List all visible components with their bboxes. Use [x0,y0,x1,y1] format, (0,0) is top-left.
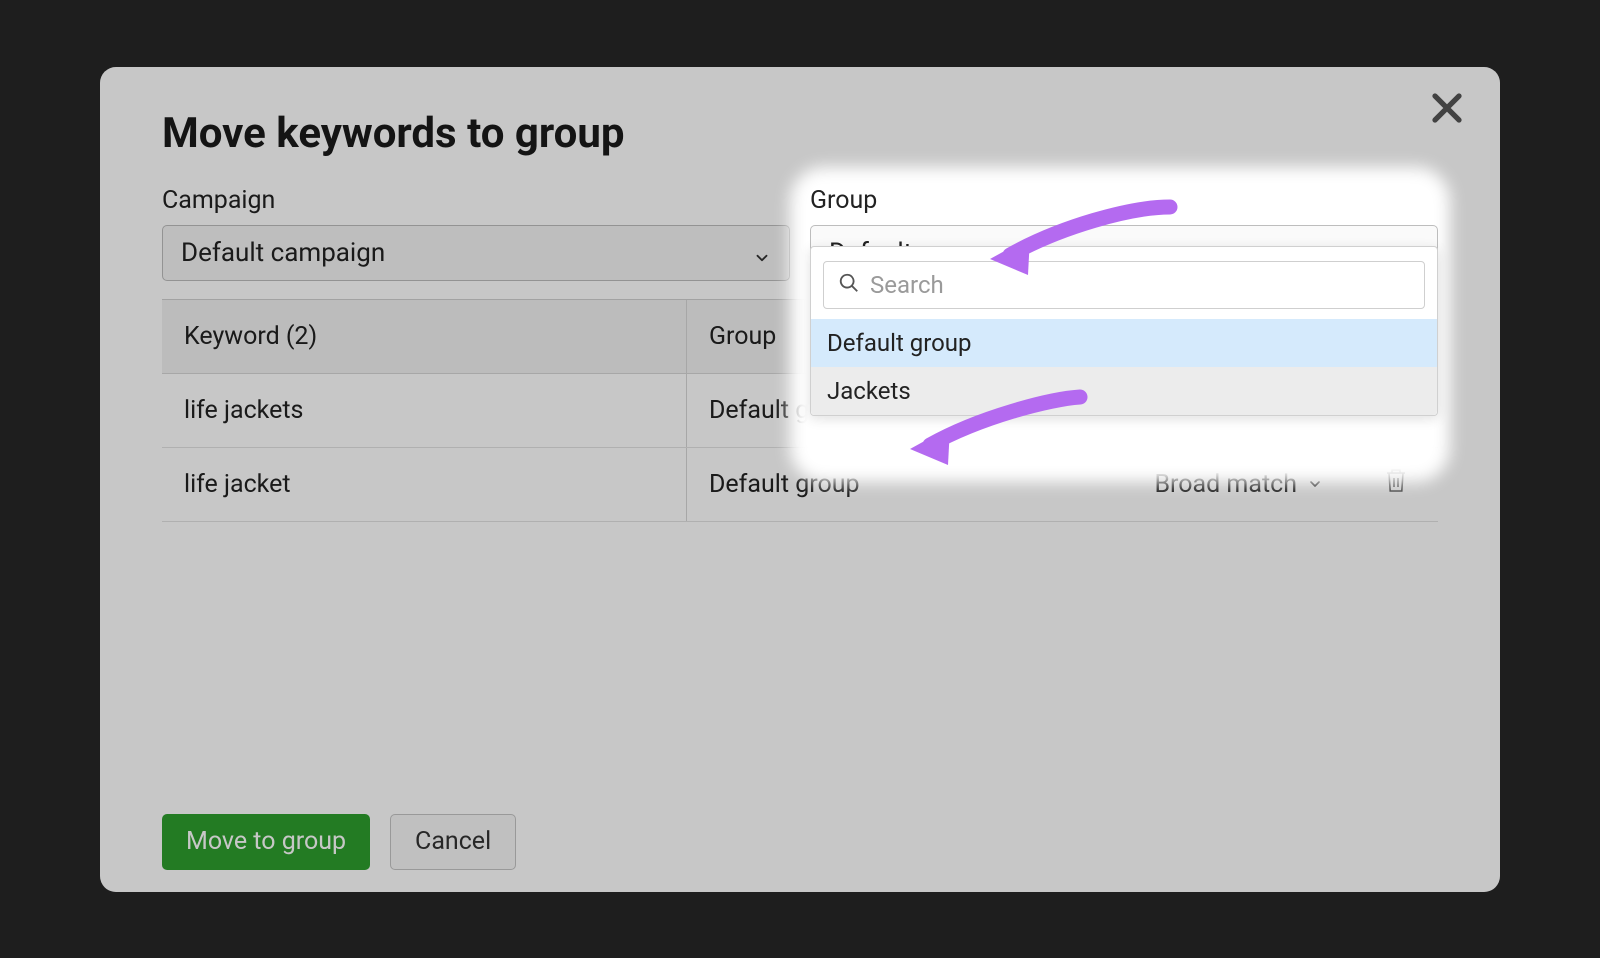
campaign-selected-value: Default campaign [181,238,385,268]
match-type-select[interactable]: Broad match [1082,470,1353,499]
group-option-default[interactable]: Default group [811,319,1437,367]
campaign-label: Campaign [162,186,790,215]
campaign-select[interactable]: Default campaign [162,225,790,281]
keyword-cell: life jacket [162,448,687,521]
group-cell: Default group [687,470,1082,499]
close-button[interactable] [1424,87,1470,133]
search-icon [838,272,860,298]
keyword-cell: life jackets [162,374,687,447]
close-icon [1429,90,1465,130]
move-keywords-dialog: Move keywords to group Campaign Default … [100,67,1500,892]
trash-icon [1384,473,1408,502]
group-option-jackets[interactable]: Jackets [811,367,1437,415]
group-search[interactable] [823,261,1425,309]
cancel-button[interactable]: Cancel [390,814,516,870]
group-field: Group Default group Default group Jacket… [810,186,1438,281]
delete-button[interactable] [1384,467,1408,502]
group-dropdown: Default group Jackets [810,246,1438,416]
chevron-down-icon [1307,476,1323,492]
move-to-group-button[interactable]: Move to group [162,814,370,870]
dialog-title: Move keywords to group [162,109,1438,158]
dialog-footer: Move to group Cancel [162,814,516,870]
keyword-column-header: Keyword (2) [162,300,687,373]
chevron-down-icon [753,244,771,262]
campaign-field: Campaign Default campaign [162,186,790,281]
group-label: Group [810,186,1438,215]
group-search-input[interactable] [870,271,1410,299]
table-row: life jacket Default group Broad match [162,448,1438,522]
